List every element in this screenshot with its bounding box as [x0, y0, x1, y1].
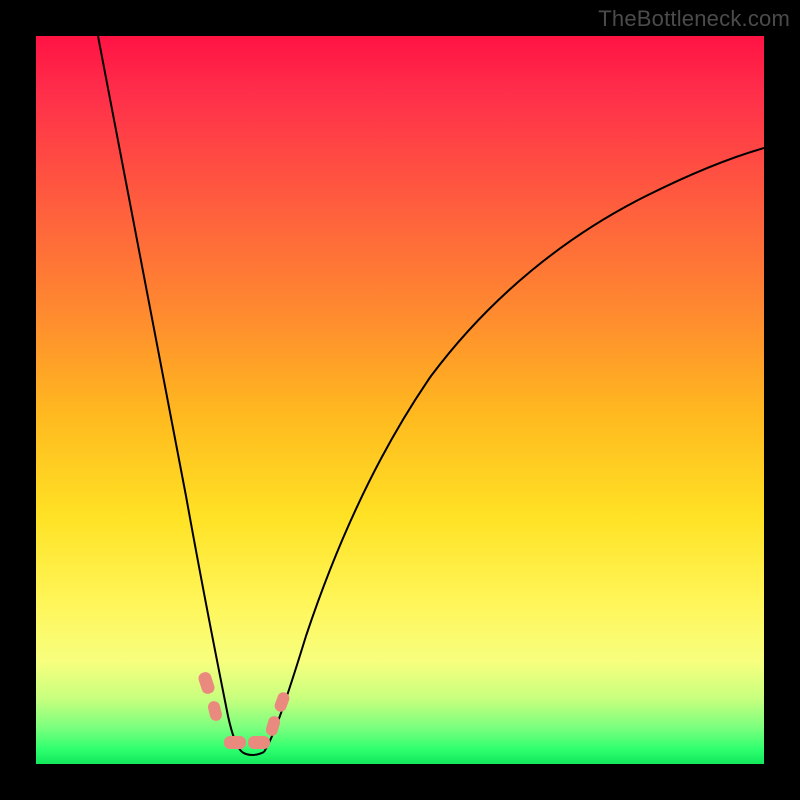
watermark-text: TheBottleneck.com: [598, 6, 790, 32]
marker-blob: [248, 736, 270, 749]
marker-blob: [224, 736, 246, 749]
chart-frame: TheBottleneck.com: [0, 0, 800, 800]
plot-area: [36, 36, 764, 764]
bottleneck-curve: [36, 36, 764, 764]
